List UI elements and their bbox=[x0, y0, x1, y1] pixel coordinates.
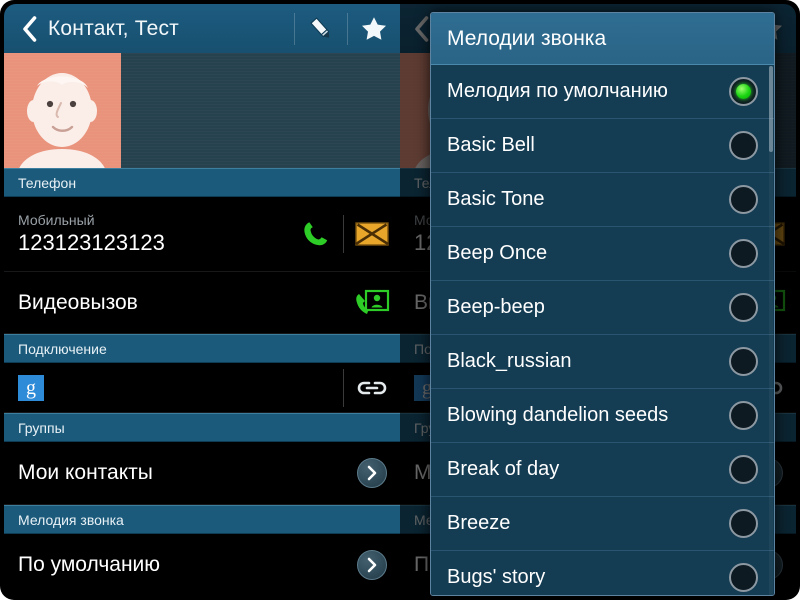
call-button[interactable] bbox=[287, 219, 343, 249]
ringtone-list-item[interactable]: Black_russian bbox=[431, 335, 774, 389]
radio-dot-icon bbox=[736, 246, 751, 261]
dialog-scrollbar-thumb[interactable] bbox=[769, 66, 773, 152]
ringtone-picker-screen: Контакт, Тест bbox=[400, 0, 800, 600]
my-contacts-expand-button[interactable] bbox=[344, 458, 400, 488]
row-mobile-number[interactable]: Мобильный 123123123123 bbox=[4, 197, 400, 272]
radio-dot-icon bbox=[736, 138, 751, 153]
radio-dot-icon bbox=[736, 354, 751, 369]
ringtone-list-item[interactable]: Мелодия по умолчанию bbox=[431, 65, 774, 119]
contact-title: Контакт, Тест bbox=[48, 16, 179, 40]
radio-dot-icon bbox=[736, 462, 751, 477]
ringtone-label: Break of day bbox=[447, 458, 560, 480]
ringtone-list[interactable]: Мелодия по умолчанию Basic Bell Basic To… bbox=[431, 65, 774, 595]
chevron-right-icon bbox=[367, 465, 377, 481]
ringtone-label: Black_russian bbox=[447, 350, 572, 372]
section-header-phone: Телефон bbox=[4, 168, 400, 197]
chevron-left-icon bbox=[23, 15, 37, 42]
message-icon bbox=[355, 222, 389, 246]
ringtone-label: Bugs' story bbox=[447, 566, 546, 588]
back-button[interactable] bbox=[14, 11, 44, 47]
ringtone-value-label: По умолчанию bbox=[18, 553, 161, 576]
star-icon bbox=[362, 16, 386, 40]
ringtone-picker-content: Контакт, Тест bbox=[400, 4, 796, 596]
ringtone-list-item[interactable]: Basic Tone bbox=[431, 173, 774, 227]
row-ringtone[interactable]: По умолчанию bbox=[4, 534, 400, 596]
ringtone-radio[interactable] bbox=[729, 347, 758, 376]
ringtone-label: Мелодия по умолчанию bbox=[447, 80, 668, 102]
ringtone-list-item[interactable]: Blowing dandelion seeds bbox=[431, 389, 774, 443]
chevron-circle bbox=[357, 458, 387, 488]
section-header-groups: Группы bbox=[4, 413, 400, 442]
edit-contact-button[interactable] bbox=[295, 4, 347, 53]
ringtone-label: Basic Tone bbox=[447, 188, 545, 210]
message-button[interactable] bbox=[344, 220, 400, 248]
ringtone-open-button[interactable] bbox=[344, 550, 400, 580]
ringtone-list-item[interactable]: Bugs' story bbox=[431, 551, 774, 595]
chevron-left-icon bbox=[415, 15, 429, 42]
mobile-value: 123123123123 bbox=[18, 230, 165, 255]
call-icon bbox=[304, 222, 328, 246]
video-call-button[interactable] bbox=[344, 288, 400, 318]
google-icon: g bbox=[18, 374, 44, 401]
row-my-contacts-group[interactable]: Мои контакты bbox=[4, 442, 400, 505]
ringtone-radio[interactable] bbox=[729, 131, 758, 160]
ringtone-radio[interactable] bbox=[729, 293, 758, 322]
ringtone-dialog: Мелодии звонка Мелодия по умолчанию Basi… bbox=[430, 12, 775, 596]
ringtone-list-item[interactable]: Breeze bbox=[431, 497, 774, 551]
chevron-right-icon bbox=[367, 557, 377, 573]
ringtone-label: Beep-beep bbox=[447, 296, 545, 318]
ringtone-label: Breeze bbox=[447, 512, 511, 534]
ringtone-label: Basic Bell bbox=[447, 134, 535, 156]
ringtone-radio[interactable] bbox=[729, 401, 758, 430]
video-call-label: Видеовызов bbox=[18, 290, 138, 314]
row-video-call[interactable]: Видеовызов bbox=[4, 272, 400, 334]
chevron-circle-ringtone bbox=[357, 550, 387, 580]
ringtone-label: Beep Once bbox=[447, 242, 548, 264]
avatar[interactable] bbox=[4, 53, 121, 168]
ringtone-dialog-title: Мелодии звонка bbox=[431, 13, 774, 65]
ringtone-list-item[interactable]: Basic Bell bbox=[431, 119, 774, 173]
ringtone-radio[interactable] bbox=[729, 563, 758, 592]
default-contact-avatar-icon bbox=[4, 53, 121, 168]
link-icon bbox=[357, 381, 387, 394]
radio-dot-icon bbox=[736, 300, 751, 315]
my-contacts-label: Мои контакты bbox=[18, 461, 153, 484]
pencil-icon bbox=[310, 16, 330, 38]
contact-detail-content: Контакт, Тест Телефон Мобильный 12312312… bbox=[4, 4, 400, 596]
ringtone-radio-selected[interactable] bbox=[729, 77, 758, 106]
ringtone-radio[interactable] bbox=[729, 509, 758, 538]
contact-detail-screen: Контакт, Тест Телефон Мобильный 12312312… bbox=[0, 0, 400, 600]
favorite-button[interactable] bbox=[348, 4, 400, 53]
row-linked-account[interactable]: g bbox=[4, 363, 400, 413]
radio-dot-icon bbox=[736, 408, 751, 423]
link-button[interactable] bbox=[344, 378, 400, 398]
section-header-ringtone: Мелодия звонка bbox=[4, 505, 400, 534]
phone-screenshot: Контакт, Тест Телефон Мобильный 12312312… bbox=[0, 0, 800, 600]
contact-photo-strip bbox=[4, 53, 400, 168]
video-call-icon bbox=[356, 289, 390, 314]
ringtone-radio[interactable] bbox=[729, 239, 758, 268]
section-header-connection: Подключение bbox=[4, 334, 400, 363]
ringtone-label: Blowing dandelion seeds bbox=[447, 404, 669, 426]
radio-dot-icon bbox=[736, 84, 751, 99]
mobile-number-text: Мобильный 123123123123 bbox=[18, 211, 287, 257]
ringtone-radio[interactable] bbox=[729, 455, 758, 484]
ringtone-radio[interactable] bbox=[729, 185, 758, 214]
contact-actionbar: Контакт, Тест bbox=[4, 4, 400, 53]
mobile-label: Мобильный bbox=[18, 212, 95, 228]
radio-dot-icon bbox=[736, 570, 751, 585]
ringtone-list-item[interactable]: Beep Once bbox=[431, 227, 774, 281]
ringtone-list-item[interactable]: Break of day bbox=[431, 443, 774, 497]
ringtone-list-item[interactable]: Beep-beep bbox=[431, 281, 774, 335]
radio-dot-icon bbox=[736, 192, 751, 207]
dialog-scrollbar-track[interactable] bbox=[769, 66, 773, 595]
radio-dot-icon bbox=[736, 516, 751, 531]
